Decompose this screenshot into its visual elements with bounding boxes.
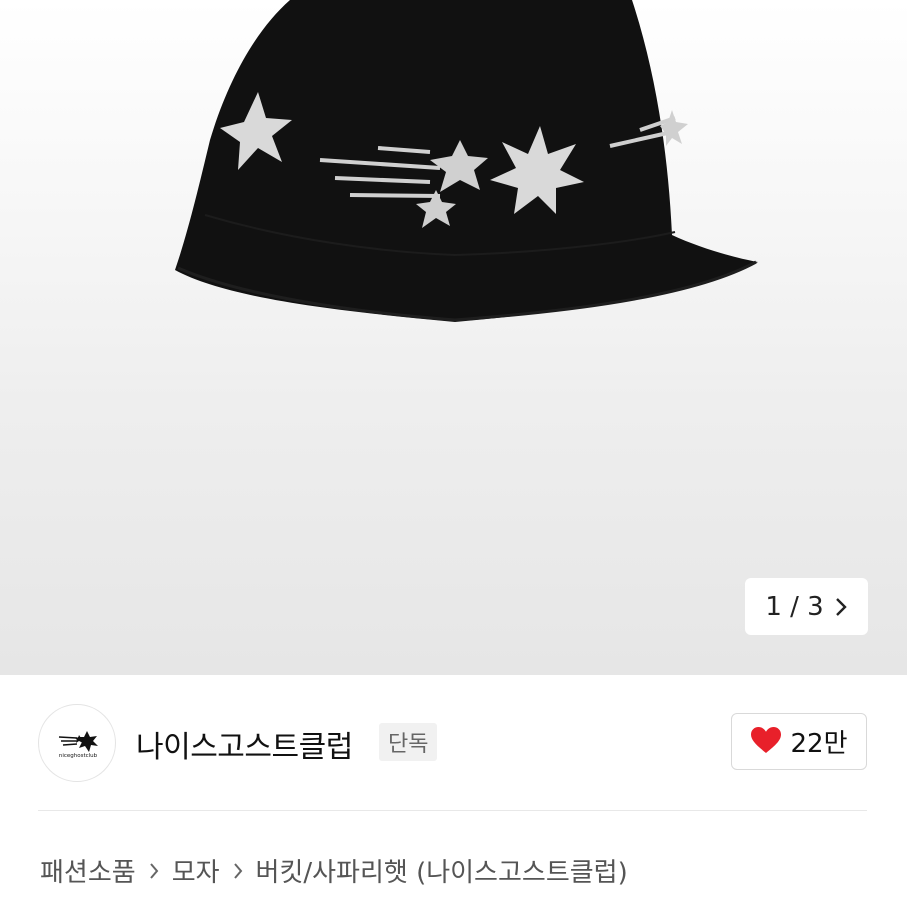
exclusive-badge: 단독: [379, 723, 438, 761]
chevron-right-icon: [232, 862, 244, 880]
product-image[interactable]: [0, 0, 907, 675]
breadcrumb: 패션소품 모자 버킷/사파리햇 (나이스고스트클럽): [40, 852, 628, 889]
niceghostclub-logo-icon: niceghostclub: [59, 731, 98, 759]
like-count: 22만: [790, 729, 848, 759]
product-image-gallery[interactable]: 1 / 3: [0, 0, 907, 675]
heart-icon: [750, 726, 782, 758]
chevron-right-icon[interactable]: [834, 597, 848, 617]
chevron-right-icon: [148, 862, 160, 880]
image-page-counter[interactable]: 1 / 3: [745, 578, 868, 635]
image-page-indicator: 1 / 3: [765, 591, 824, 622]
brand-logo[interactable]: niceghostclub: [38, 704, 116, 782]
breadcrumb-item-bucket-safari-hat[interactable]: 버킷/사파리햇 (나이스고스트클럽): [256, 852, 628, 889]
like-button[interactable]: 22만: [731, 713, 867, 770]
breadcrumb-item-fashion-accessories[interactable]: 패션소품: [40, 852, 136, 889]
divider: [38, 810, 867, 811]
breadcrumb-item-hats[interactable]: 모자: [172, 852, 220, 889]
brand-name[interactable]: 나이스고스트클럽: [136, 722, 353, 766]
svg-text:niceghostclub: niceghostclub: [59, 753, 98, 759]
